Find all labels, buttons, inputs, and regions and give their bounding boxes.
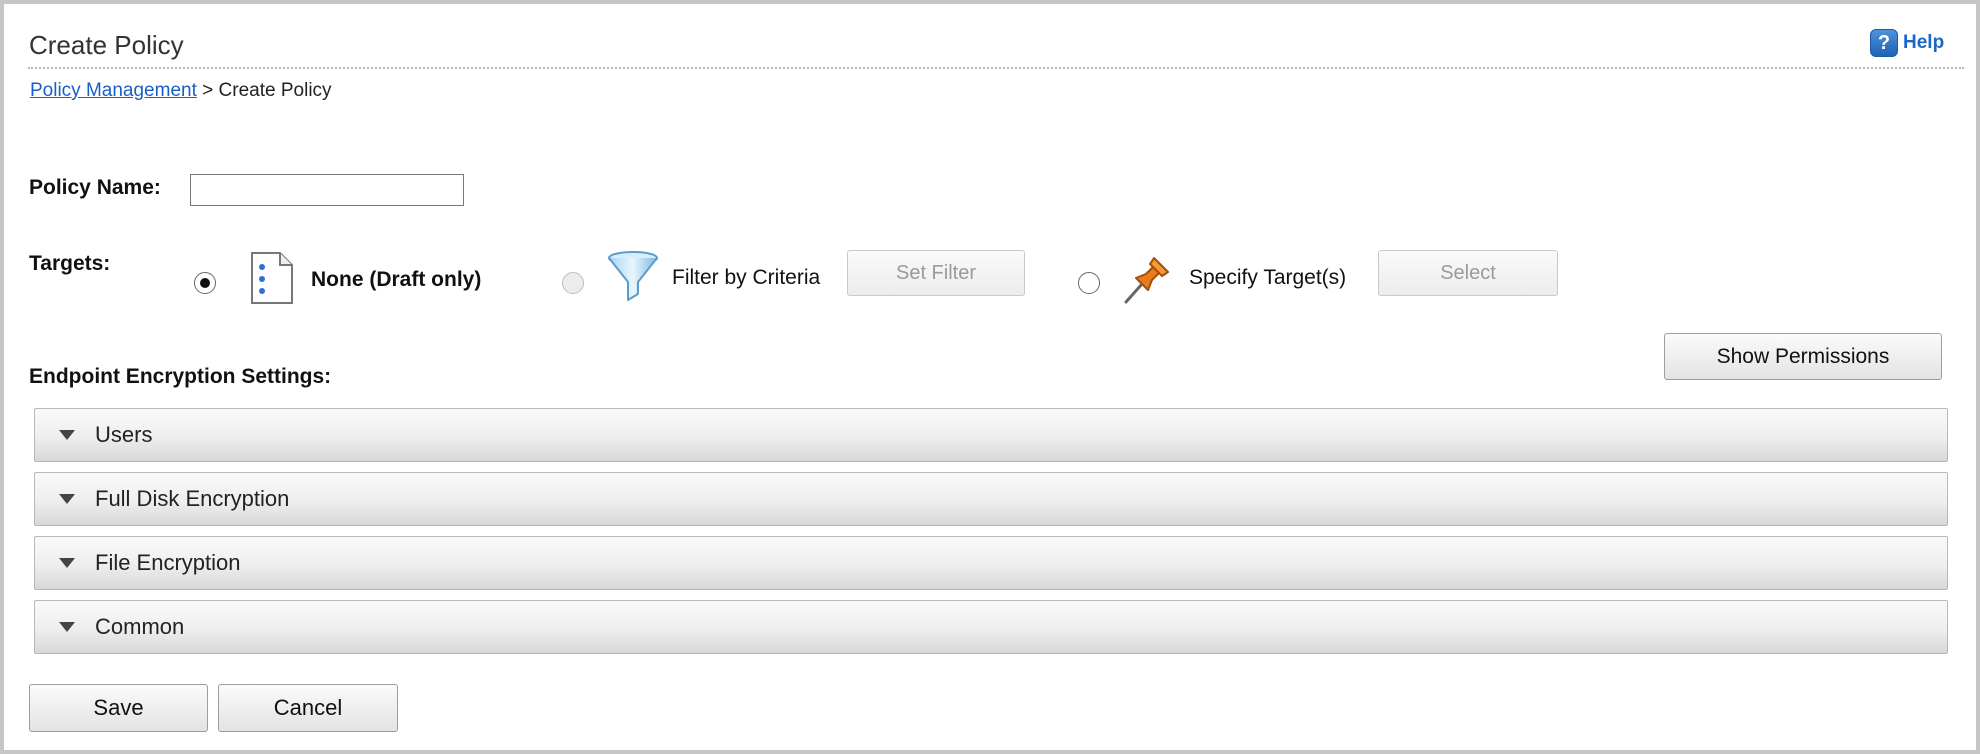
section-file-encryption-label: File Encryption [95,550,241,575]
triangle-down-icon [59,494,75,504]
triangle-down-icon [59,622,75,632]
policy-name-label: Policy Name: [29,176,161,199]
cancel-button[interactable]: Cancel [218,684,398,732]
select-targets-button[interactable]: Select [1378,250,1558,296]
target-specify-radio[interactable] [1078,272,1100,294]
section-file-encryption[interactable]: File Encryption [34,536,1948,590]
help-link[interactable]: ? Help [1870,29,1944,57]
encryption-settings-label: Endpoint Encryption Settings: [29,365,332,388]
breadcrumb: Policy Management > Create Policy [30,80,332,102]
create-policy-window: Create Policy ? Help Policy Management >… [0,0,1980,754]
section-full-disk-encryption[interactable]: Full Disk Encryption [34,472,1948,526]
help-label[interactable]: Help [1903,32,1944,54]
help-icon[interactable]: ? [1870,29,1898,57]
target-none-radio[interactable] [194,272,216,294]
breadcrumb-separator: > [202,80,214,101]
target-none-label: None (Draft only) [311,268,482,291]
breadcrumb-current: Create Policy [218,80,332,101]
breadcrumb-policy-management-link[interactable]: Policy Management [30,80,197,101]
set-filter-button[interactable]: Set Filter [847,250,1025,296]
triangle-down-icon [59,558,75,568]
header-divider [28,67,1964,69]
targets-label: Targets: [29,252,111,275]
section-common[interactable]: Common [34,600,1948,654]
pushpin-icon [1118,250,1176,313]
section-full-disk-encryption-label: Full Disk Encryption [95,486,290,511]
document-icon [248,250,296,311]
target-filter-label: Filter by Criteria [672,266,821,289]
triangle-down-icon [59,430,75,440]
show-permissions-button[interactable]: Show Permissions [1664,333,1942,380]
save-button[interactable]: Save [29,684,208,732]
section-users-label: Users [95,422,153,447]
section-common-label: Common [95,614,185,639]
section-users[interactable]: Users [34,408,1948,462]
page-title: Create Policy [29,30,184,60]
policy-name-input[interactable] [190,174,464,206]
target-specify-label: Specify Target(s) [1189,266,1347,289]
funnel-icon [606,250,660,311]
target-filter-radio [562,272,584,294]
